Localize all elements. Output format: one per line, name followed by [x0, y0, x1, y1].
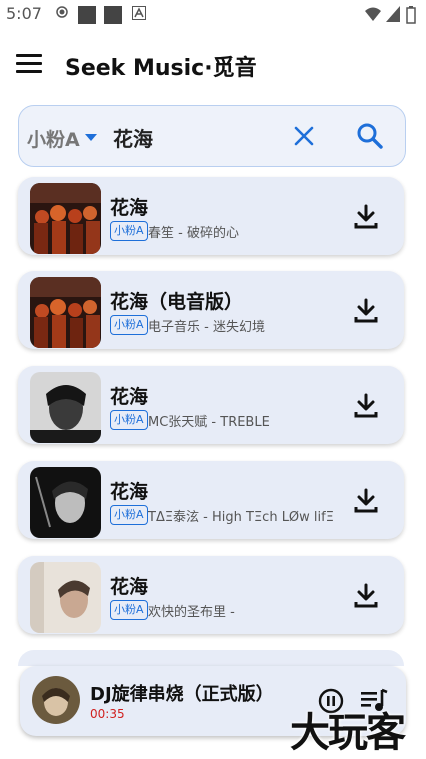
song-list-item[interactable]: 花海 小粉A MC张天赋 - TREBLE — [18, 366, 404, 444]
song-list-item[interactable]: 花海（电音版） 小粉A 电子音乐 - 迷失幻境 — [18, 271, 404, 349]
album-cover — [30, 372, 101, 443]
song-artist-album: 电子音乐 - 迷失幻境 — [148, 320, 265, 335]
now-playing-time: 00:35 — [90, 707, 125, 721]
search-icon[interactable] — [355, 121, 385, 151]
app-a-icon — [132, 6, 146, 20]
song-artist-album: 春笙 - 破碎的心 — [148, 226, 239, 241]
wifi-icon — [365, 7, 381, 21]
clear-icon[interactable] — [293, 125, 315, 147]
song-title: 花海 — [110, 197, 149, 219]
app-bar: Seek Music·觅音 — [0, 28, 426, 100]
status-bar: 5:07 — [0, 0, 426, 28]
app-title: Seek Music·觅音 — [65, 56, 257, 81]
song-artist-album: MC张天赋 - TREBLE — [148, 415, 270, 430]
download-icon[interactable] — [352, 392, 380, 420]
source-badge: 小粉A — [110, 221, 148, 241]
record-icon — [56, 6, 68, 18]
status-time: 5:07 — [6, 4, 42, 23]
download-icon[interactable] — [352, 203, 380, 231]
album-cover — [30, 562, 101, 633]
song-title: 花海 — [110, 386, 149, 408]
menu-icon[interactable] — [16, 54, 42, 74]
battery-icon — [406, 6, 416, 24]
song-title: 花海 — [110, 576, 149, 598]
chevron-down-icon[interactable] — [85, 134, 97, 141]
album-cover — [30, 277, 101, 348]
song-artist-album: TΔΞ泰泫 - High TΞch LØw lifΞ — [148, 510, 334, 525]
song-list-item-partial[interactable] — [18, 650, 404, 666]
search-bar: 小粉A — [18, 105, 406, 167]
song-list-item[interactable]: 花海 小粉A 欢快的圣布里 - — [18, 556, 404, 634]
app-notification-icon — [78, 6, 96, 24]
source-badge: 小粉A — [110, 315, 148, 335]
source-badge: 小粉A — [110, 600, 148, 620]
search-input[interactable] — [111, 120, 285, 154]
download-icon[interactable] — [352, 297, 380, 325]
source-selector[interactable]: 小粉A — [27, 125, 80, 152]
song-list-item[interactable]: 花海 小粉A 春笙 - 破碎的心 — [18, 177, 404, 255]
source-badge: 小粉A — [110, 505, 148, 525]
song-title: 花海（电音版） — [110, 291, 244, 313]
source-badge: 小粉A — [110, 410, 148, 430]
album-cover — [30, 183, 101, 254]
download-icon[interactable] — [352, 487, 380, 515]
album-cover — [30, 467, 101, 538]
now-playing-cover — [32, 676, 80, 724]
song-list-item[interactable]: 花海 小粉A TΔΞ泰泫 - High TΞch LØw lifΞ — [18, 461, 404, 539]
watermark-logo: 大玩客 — [290, 710, 406, 756]
song-artist-album: 欢快的圣布里 - — [148, 605, 235, 620]
download-icon[interactable] — [352, 582, 380, 610]
app-notification-icon-2 — [104, 6, 122, 24]
song-title: 花海 — [110, 481, 149, 503]
signal-icon — [386, 6, 400, 22]
now-playing-title: DJ旋律串烧（正式版） — [90, 684, 274, 705]
